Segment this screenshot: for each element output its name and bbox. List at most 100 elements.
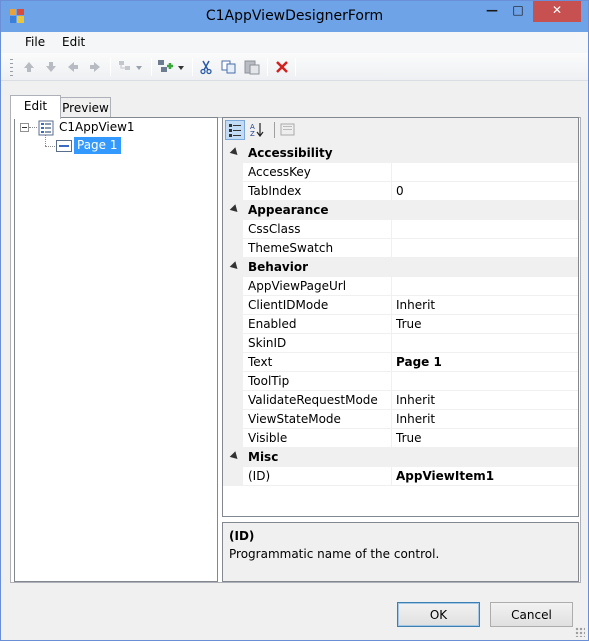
paste-icon[interactable] [244,59,260,75]
tree-node-root[interactable]: C1AppView1 [59,120,135,134]
ok-button[interactable]: OK [397,602,480,627]
column-divider[interactable] [391,239,392,258]
column-divider[interactable] [391,315,392,334]
row-gutter [223,163,243,182]
property-value[interactable]: Inherit [396,298,435,312]
categorized-button[interactable] [225,120,245,140]
cut-icon[interactable] [198,59,214,75]
property-value[interactable]: Page 1 [396,355,442,369]
property-row[interactable]: (ID) AppViewItem1 [223,467,578,486]
column-divider[interactable] [391,429,392,448]
property-row[interactable]: ToolTip [223,372,578,391]
property-value[interactable]: AppViewItem1 [396,469,494,483]
property-value[interactable]: Inherit [396,393,435,407]
row-gutter [223,391,243,410]
property-value[interactable]: True [396,431,422,445]
property-category-row[interactable]: Accessibility [223,144,578,163]
property-name: ClientIDMode [248,298,329,312]
tab-edit[interactable]: Edit [10,95,61,119]
column-divider[interactable] [391,334,392,353]
property-row[interactable]: ClientIDMode Inherit [223,296,578,315]
property-row[interactable]: ThemeSwatch [223,239,578,258]
property-row[interactable]: SkinID [223,334,578,353]
alphabetical-button[interactable]: A Z [248,120,268,140]
column-divider[interactable] [391,372,392,391]
menu-file[interactable]: File [25,35,45,49]
toolbar-separator [110,58,111,76]
collapse-toggle-icon[interactable] [20,123,29,132]
row-gutter [223,410,243,429]
maximize-button[interactable]: □ [505,1,531,22]
column-divider[interactable] [391,277,392,296]
property-category-row[interactable]: Misc [223,448,578,467]
row-gutter [223,277,243,296]
tab-preview-label: Preview [62,101,109,115]
tab-preview[interactable]: Preview [60,97,111,119]
move-right-icon[interactable] [87,59,103,75]
column-divider[interactable] [391,467,392,486]
property-row[interactable]: ValidateRequestMode Inherit [223,391,578,410]
move-down-icon[interactable] [43,59,59,75]
column-divider[interactable] [391,391,392,410]
add-item-icon[interactable] [157,59,187,75]
property-row[interactable]: Text Page 1 [223,353,578,372]
property-row[interactable]: AccessKey [223,163,578,182]
tree-node-page[interactable]: Page 1 [74,137,121,154]
property-category-row[interactable]: Behavior [223,258,578,277]
categorized-icon [229,124,241,137]
column-divider[interactable] [391,353,392,372]
row-gutter [223,372,243,391]
cancel-button[interactable]: Cancel [490,602,573,627]
property-row[interactable]: Visible True [223,429,578,448]
toolbar-separator [192,58,193,76]
menu-edit[interactable]: Edit [62,35,85,49]
property-row[interactable]: AppViewPageUrl [223,277,578,296]
toolbar-grip[interactable] [10,59,13,76]
property-row[interactable]: Enabled True [223,315,578,334]
column-divider[interactable] [391,410,392,429]
row-gutter [223,182,243,201]
property-category-row[interactable]: Appearance [223,201,578,220]
category-name: Behavior [248,260,309,274]
property-row[interactable]: ViewStateMode Inherit [223,410,578,429]
resize-grip-icon[interactable] [575,627,585,637]
property-pages-button[interactable] [278,120,298,140]
property-name: Visible [248,431,288,445]
minimize-button[interactable]: — [479,1,505,22]
property-name: AccessKey [248,165,311,179]
property-name: (ID) [248,469,271,483]
row-gutter [223,429,243,448]
toolbar-separator [274,122,275,138]
column-divider[interactable] [391,182,392,201]
toolbar-separator [267,58,268,76]
column-divider[interactable] [391,296,392,315]
row-gutter [223,353,243,372]
title-bar[interactable]: C1AppViewDesignerForm — □ ✕ [1,1,588,32]
delete-icon[interactable] [274,59,290,75]
tree-view[interactable] [14,117,218,582]
property-value[interactable]: Inherit [396,412,435,426]
row-gutter [223,239,243,258]
property-value[interactable]: 0 [396,184,404,198]
row-gutter [223,220,243,239]
close-button[interactable]: ✕ [533,1,581,22]
copy-icon[interactable] [221,59,237,75]
property-name: Enabled [248,317,297,331]
property-row[interactable]: TabIndex 0 [223,182,578,201]
property-row[interactable]: CssClass [223,220,578,239]
tree-connector [45,146,55,147]
property-grid-rows: Accessibility AccessKey TabIndex 0 Appearanc… [223,144,578,516]
category-name: Appearance [248,203,329,217]
column-divider[interactable] [391,220,392,239]
property-value[interactable]: True [396,317,422,331]
tree-add-icon[interactable] [117,59,145,75]
move-left-icon[interactable] [65,59,81,75]
row-gutter [223,334,243,353]
toolbar [1,53,588,81]
property-grid-toolbar [223,118,578,142]
column-divider[interactable] [391,163,392,182]
move-up-icon[interactable] [21,59,37,75]
property-name: ThemeSwatch [248,241,334,255]
sort-az-icon: A Z [250,123,264,137]
property-name: ValidateRequestMode [248,393,378,407]
